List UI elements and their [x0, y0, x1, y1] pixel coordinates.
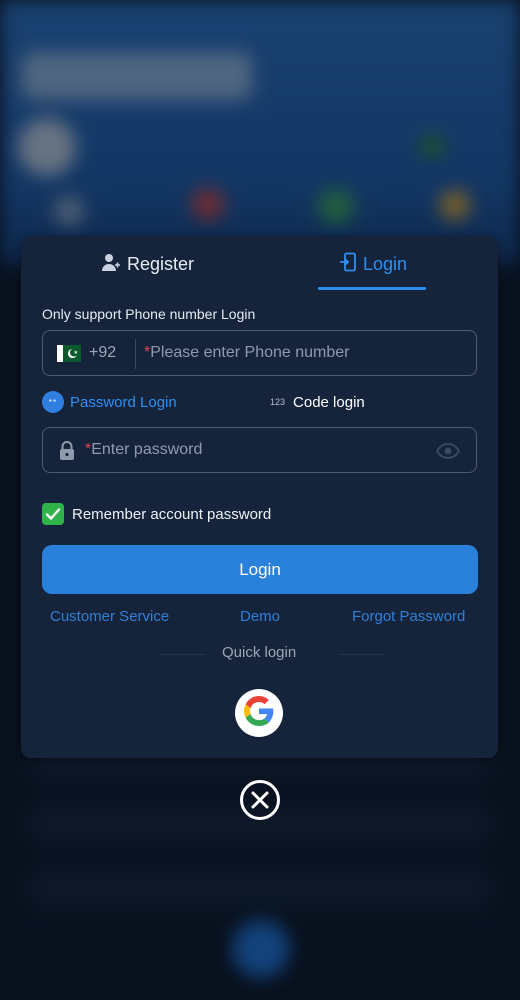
user-add-icon [101, 252, 127, 277]
tab-register-label: Register [127, 253, 195, 274]
tab-login[interactable]: Login [339, 250, 407, 278]
numeric-code-icon: 123 [270, 397, 286, 407]
tab-register[interactable]: Register [101, 250, 194, 278]
password-login-label: Password Login [70, 393, 177, 411]
phone-field[interactable]: +92 *Please enter Phone number [42, 330, 477, 376]
password-input[interactable]: *Enter password [85, 441, 202, 459]
close-button[interactable] [239, 779, 281, 821]
password-field[interactable]: *Enter password [42, 427, 477, 473]
password-login-option[interactable]: ** Password Login [42, 390, 177, 414]
eye-icon[interactable] [435, 443, 461, 464]
google-login-button[interactable] [235, 689, 283, 737]
demo-link[interactable]: Demo [240, 608, 280, 625]
forgot-password-link[interactable]: Forgot Password [352, 608, 465, 625]
auth-tabs: Register Login [21, 236, 498, 291]
pakistan-flag-icon[interactable] [57, 345, 81, 362]
login-note: Only support Phone number Login [42, 306, 256, 322]
divider [161, 654, 206, 655]
customer-service-link[interactable]: Customer Service [50, 608, 169, 625]
login-modal: Register Login Only support Phone number… [21, 236, 498, 758]
login-door-icon [339, 252, 363, 277]
quick-login-label: Quick login [222, 644, 297, 661]
divider [339, 654, 384, 655]
code-login-option[interactable]: 123 Code login [270, 390, 365, 414]
close-icon [239, 780, 281, 825]
phone-input[interactable]: *Please enter Phone number [144, 344, 349, 362]
country-code[interactable]: +92 [89, 344, 116, 362]
active-tab-indicator [318, 287, 426, 290]
login-button[interactable]: Login [42, 545, 478, 594]
remember-password[interactable]: Remember account password [42, 503, 271, 525]
remember-label: Remember account password [72, 505, 272, 523]
password-dots-icon: ** [42, 391, 64, 413]
google-icon [244, 695, 274, 731]
code-login-label: Code login [293, 393, 365, 411]
divider [135, 339, 136, 369]
quick-login-section: Quick login [161, 644, 384, 664]
tab-login-label: Login [363, 253, 408, 274]
checkbox-checked-icon[interactable] [42, 503, 64, 525]
lock-icon [58, 441, 76, 466]
